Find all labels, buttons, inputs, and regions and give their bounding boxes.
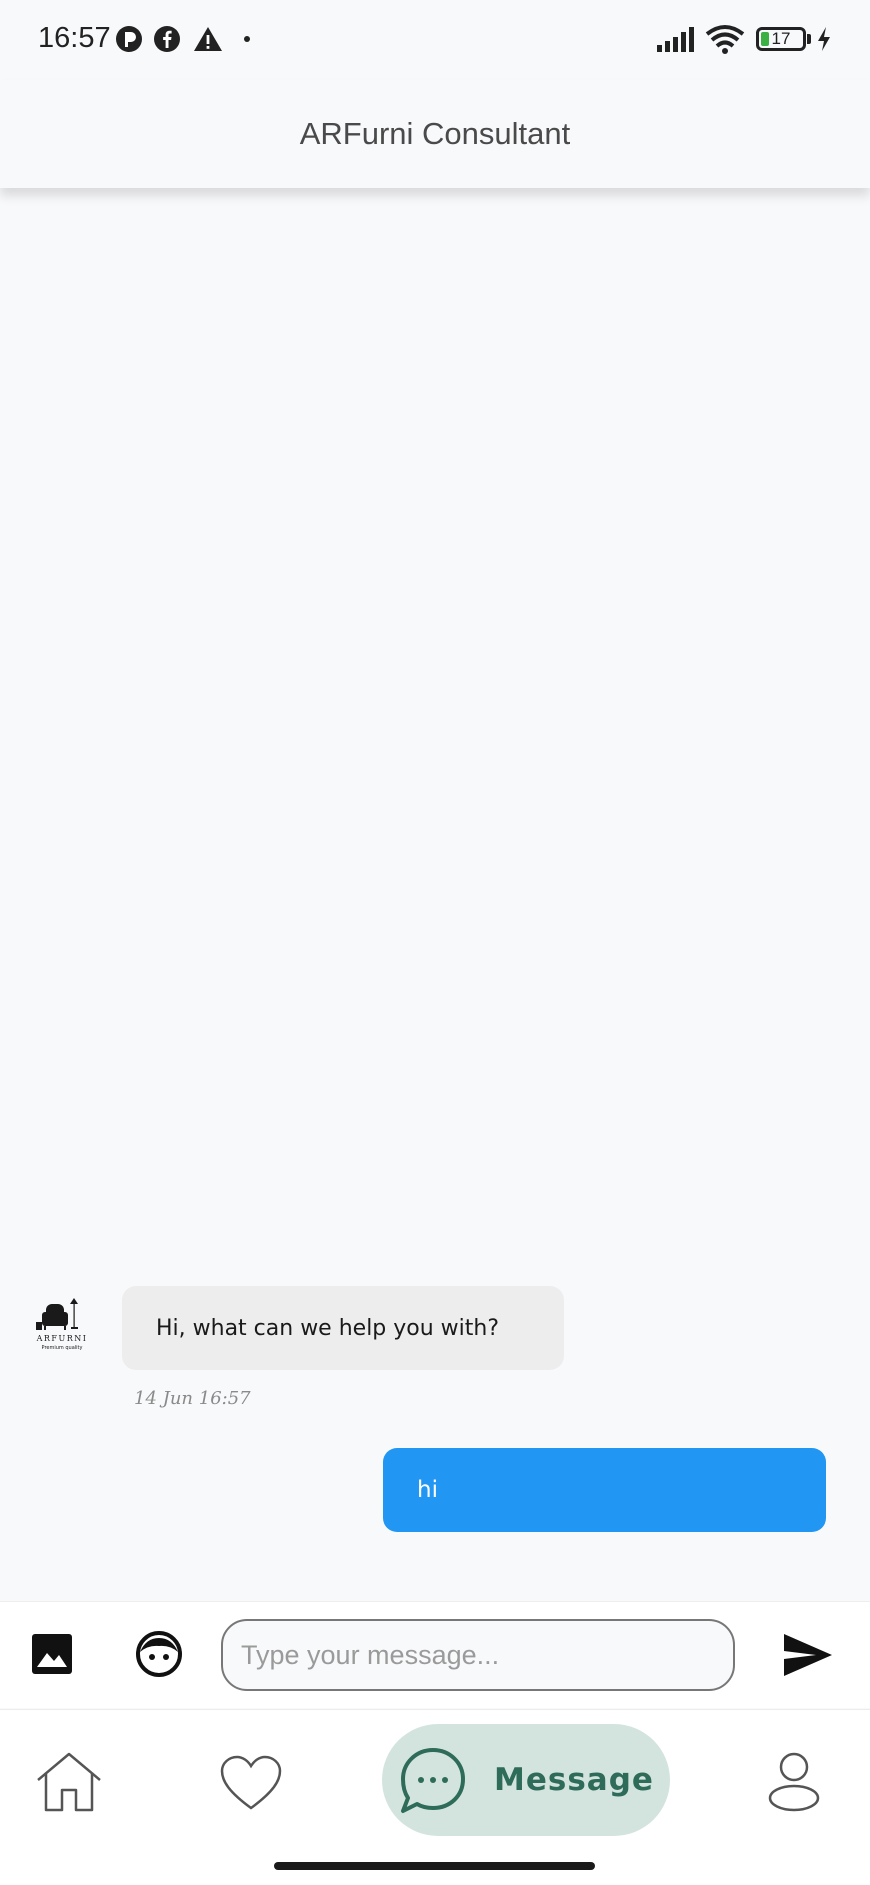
battery-level: 17: [771, 29, 791, 48]
home-indicator[interactable]: [274, 1862, 595, 1870]
nav-profile[interactable]: [764, 1750, 824, 1812]
wifi-icon: [705, 24, 745, 54]
bottom-navigation: Message: [0, 1709, 870, 1885]
nav-message-label: Message: [494, 1762, 654, 1798]
warning-icon: [192, 24, 224, 54]
message-input[interactable]: [221, 1619, 735, 1691]
charging-icon: [814, 24, 834, 54]
bot-avatar: ARFURNI Premium quality: [32, 1296, 92, 1356]
status-bar: 16:57 17: [0, 0, 870, 80]
facebook-icon: [152, 24, 182, 54]
user-icon: [768, 1752, 820, 1812]
nav-message[interactable]: Message: [382, 1724, 670, 1836]
message-timestamp: 14 Jun 16:57: [134, 1388, 251, 1409]
send-icon[interactable]: [782, 1632, 834, 1678]
user-message-bubble: hi: [383, 1448, 826, 1532]
app-bar: ARFurni Consultant: [0, 80, 870, 188]
emoji-icon[interactable]: [136, 1631, 182, 1677]
status-time: 16:57: [38, 22, 111, 54]
home-icon: [37, 1752, 101, 1812]
signal-icon: [656, 24, 696, 54]
battery-nub: [807, 34, 811, 44]
nav-home[interactable]: [34, 1750, 104, 1814]
nav-favorites[interactable]: [219, 1754, 283, 1812]
dot-icon: [242, 24, 252, 54]
message-composer: [0, 1601, 870, 1708]
bot-message-text: Hi, what can we help you with?: [156, 1315, 500, 1341]
heart-icon: [220, 1755, 282, 1810]
image-icon[interactable]: [31, 1633, 73, 1675]
chat-bubble-icon: [401, 1748, 465, 1813]
user-message-text: hi: [417, 1477, 438, 1503]
svg-text:ARFURNI: ARFURNI: [36, 1334, 88, 1343]
svg-text:Premium quality: Premium quality: [42, 1345, 83, 1351]
bot-message-bubble: Hi, what can we help you with?: [122, 1286, 564, 1370]
page-title: ARFurni Consultant: [299, 116, 571, 151]
battery-icon: 17: [756, 27, 806, 51]
p-app-icon: [114, 24, 144, 54]
